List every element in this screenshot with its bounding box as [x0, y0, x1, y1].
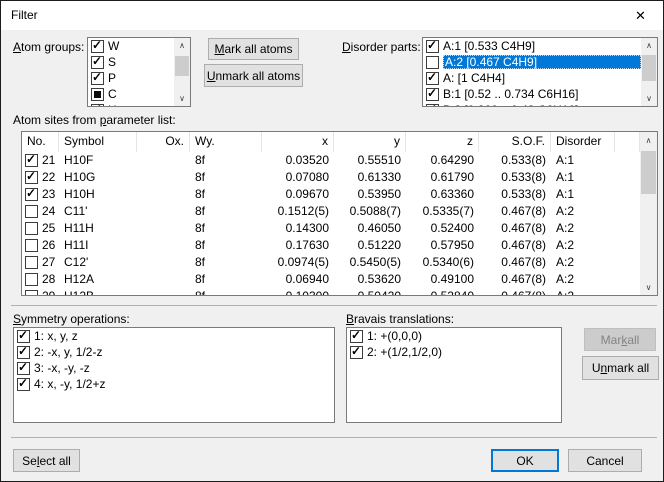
- column-header-symbol[interactable]: Symbol: [59, 132, 137, 152]
- checkbox[interactable]: [25, 222, 38, 235]
- ok-button[interactable]: OK: [491, 449, 559, 472]
- table-row[interactable]: 22 H10G 8f 0.07080 0.61330 0.61790 0.533…: [22, 169, 640, 186]
- column-header-filler: [615, 132, 640, 152]
- column-header-z[interactable]: z: [406, 132, 479, 152]
- table-row[interactable]: 23 H10H 8f 0.09670 0.53950 0.63360 0.533…: [22, 186, 640, 203]
- table-row[interactable]: 21 H10F 8f 0.03520 0.55510 0.64290 0.533…: [22, 152, 640, 169]
- list-item[interactable]: 1: x, y, z: [14, 328, 334, 344]
- checkbox[interactable]: [91, 88, 104, 101]
- list-item[interactable]: C: [88, 86, 174, 102]
- scroll-up-icon[interactable]: ∧: [641, 38, 657, 53]
- mark-all-atoms-button[interactable]: Mark all atoms: [208, 38, 299, 60]
- checkbox[interactable]: [350, 346, 363, 359]
- table-row[interactable]: 24 C11' 8f 0.1512(5) 0.5088(7) 0.5335(7)…: [22, 203, 640, 220]
- list-item[interactable]: W: [88, 38, 174, 54]
- column-header-ox[interactable]: Ox.: [137, 132, 190, 152]
- atom-sites-label: Atom sites from parameter list:: [13, 113, 176, 127]
- checkbox[interactable]: [17, 330, 30, 343]
- checkbox[interactable]: [350, 330, 363, 343]
- column-header-sof[interactable]: S.O.F.: [479, 132, 551, 152]
- filter-dialog: Filter ✕ Atom groups: W S P C H ∧ ∨ Mark…: [0, 0, 664, 482]
- column-header-y[interactable]: y: [334, 132, 406, 152]
- footer-divider: [11, 437, 657, 438]
- table-row[interactable]: 26 H11I 8f 0.17630 0.51220 0.57950 0.467…: [22, 237, 640, 254]
- atom-groups-listbox[interactable]: W S P C H ∧ ∨: [87, 37, 191, 107]
- table-header[interactable]: No. Symbol Ox. Wy. x y z S.O.F. Disorder: [22, 132, 640, 152]
- checkbox[interactable]: [426, 72, 439, 85]
- scroll-thumb[interactable]: [642, 55, 656, 81]
- list-item[interactable]: 3: -x, -y, -z: [14, 360, 334, 376]
- column-header-disorder[interactable]: Disorder: [551, 132, 615, 152]
- scroll-thumb[interactable]: [175, 56, 189, 76]
- list-item[interactable]: 2: +(1/2,1/2,0): [347, 344, 561, 360]
- checkbox[interactable]: [17, 362, 30, 375]
- window-title: Filter: [11, 8, 38, 22]
- checkbox[interactable]: [17, 346, 30, 359]
- column-header-no[interactable]: No.: [22, 132, 59, 152]
- scroll-down-icon[interactable]: ∨: [641, 91, 657, 106]
- list-item[interactable]: 1: +(0,0,0): [347, 328, 561, 344]
- checkbox[interactable]: [25, 171, 38, 184]
- checkbox[interactable]: [91, 40, 104, 53]
- bravais-translations-label: Bravais translations:: [346, 312, 454, 326]
- close-icon: ✕: [635, 8, 646, 24]
- list-item[interactable]: S: [88, 54, 174, 70]
- disorder-parts-label: Disorder parts:: [342, 40, 421, 54]
- list-item[interactable]: 4: x, -y, 1/2+z: [14, 376, 334, 392]
- column-header-x[interactable]: x: [262, 132, 334, 152]
- atom-sites-table[interactable]: No. Symbol Ox. Wy. x y z S.O.F. Disorder…: [21, 131, 658, 296]
- checkbox[interactable]: [25, 290, 38, 296]
- scrollbar[interactable]: ∧ ∨: [174, 38, 190, 106]
- table-row[interactable]: 28 H12A 8f 0.06940 0.53620 0.49100 0.467…: [22, 271, 640, 288]
- list-item[interactable]: B:2 [0.266 .. 0.48 C6H16]: [423, 102, 641, 107]
- scroll-down-icon[interactable]: ∨: [174, 91, 190, 106]
- select-all-button[interactable]: Select all: [13, 449, 80, 472]
- title-bar: Filter ✕: [1, 1, 663, 30]
- checkbox[interactable]: [426, 56, 439, 69]
- cancel-button[interactable]: Cancel: [568, 449, 642, 472]
- list-item[interactable]: B:1 [0.52 .. 0.734 C6H16]: [423, 86, 641, 102]
- checkbox[interactable]: [25, 273, 38, 286]
- checkbox[interactable]: [25, 188, 38, 201]
- scroll-up-icon[interactable]: ∧: [174, 38, 190, 53]
- checkbox[interactable]: [91, 56, 104, 69]
- checkbox[interactable]: [17, 378, 30, 391]
- table-row[interactable]: 27 C12' 8f 0.0974(5) 0.5450(5) 0.5340(6)…: [22, 254, 640, 271]
- checkbox[interactable]: [25, 256, 38, 269]
- checkbox[interactable]: [426, 88, 439, 101]
- symmetry-operations-label: Symmetry operations:: [13, 312, 130, 326]
- list-item[interactable]: P: [88, 70, 174, 86]
- checkbox[interactable]: [91, 72, 104, 85]
- list-item[interactable]: 2: -x, y, 1/2-z: [14, 344, 334, 360]
- unmark-all-button[interactable]: Unmark all: [582, 356, 659, 380]
- scrollbar[interactable]: ∧ ∨: [641, 38, 657, 106]
- scrollbar[interactable]: ∧ ∨: [640, 132, 657, 295]
- checkbox[interactable]: [91, 104, 104, 108]
- table-row[interactable]: 29 H12B 8f 0.10300 0.50420 0.52840 0.467…: [22, 288, 640, 296]
- list-item[interactable]: A:1 [0.533 C4H9]: [423, 38, 641, 54]
- table-row[interactable]: 25 H11H 8f 0.14300 0.46050 0.52400 0.467…: [22, 220, 640, 237]
- list-item[interactable]: A: [1 C4H4]: [423, 70, 641, 86]
- checkbox[interactable]: [426, 40, 439, 53]
- list-item[interactable]: H: [88, 102, 174, 107]
- list-item-selected[interactable]: A:2 [0.467 C4H9]: [423, 54, 641, 70]
- checkbox[interactable]: [25, 239, 38, 252]
- mark-all-button: Mark all: [584, 328, 656, 351]
- atom-groups-label: Atom groups:: [13, 40, 84, 54]
- unmark-all-atoms-button[interactable]: Unmark all atoms: [204, 64, 303, 87]
- symmetry-operations-listbox[interactable]: 1: x, y, z 2: -x, y, 1/2-z 3: -x, -y, -z…: [13, 327, 335, 423]
- bravais-translations-listbox[interactable]: 1: +(0,0,0) 2: +(1/2,1/2,0): [346, 327, 562, 423]
- section-divider: [11, 305, 657, 306]
- checkbox[interactable]: [25, 205, 38, 218]
- checkbox[interactable]: [426, 104, 439, 108]
- checkbox[interactable]: [25, 154, 38, 167]
- scroll-down-icon[interactable]: ∨: [640, 279, 657, 295]
- scroll-up-icon[interactable]: ∧: [640, 132, 657, 148]
- scroll-thumb[interactable]: [641, 151, 656, 194]
- column-header-wy[interactable]: Wy.: [190, 132, 262, 152]
- close-button[interactable]: ✕: [618, 1, 663, 30]
- disorder-parts-listbox[interactable]: A:1 [0.533 C4H9] A:2 [0.467 C4H9] A: [1 …: [422, 37, 658, 107]
